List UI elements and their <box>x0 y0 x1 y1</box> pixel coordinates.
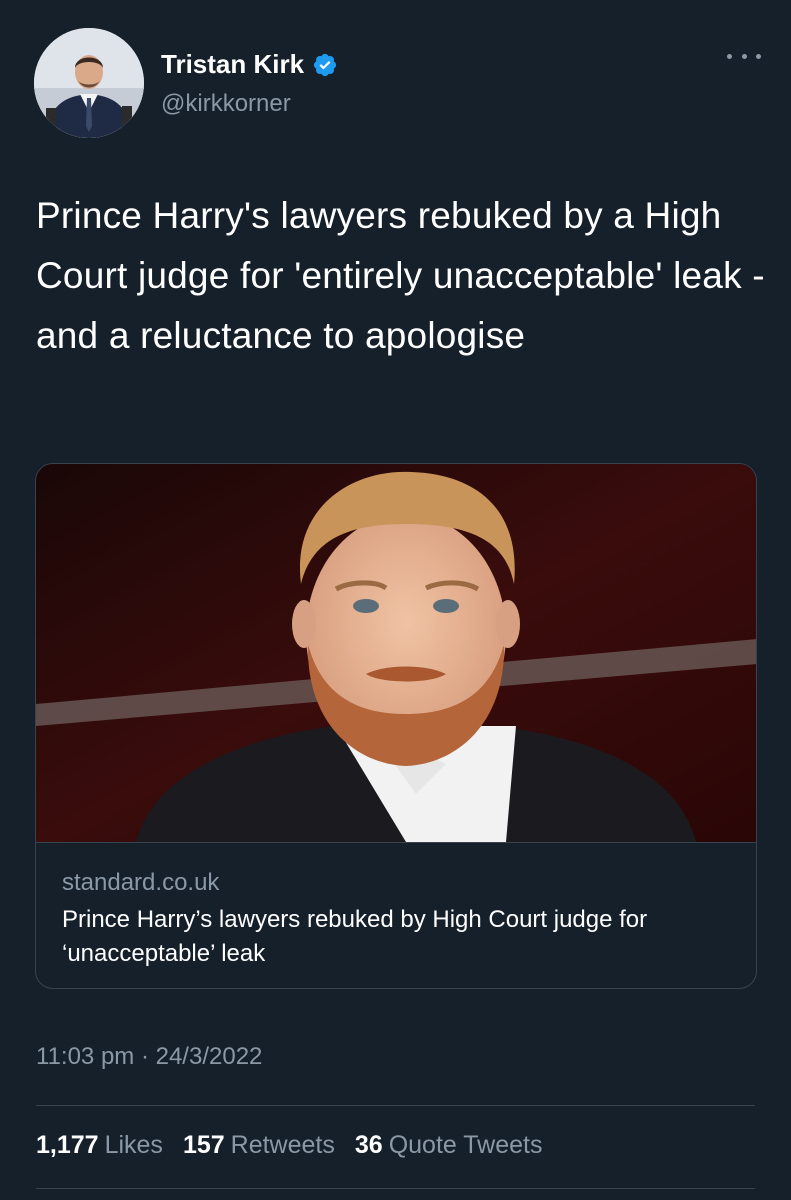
link-card-body[interactable]: standard.co.uk Prince Harry’s lawyers re… <box>36 842 756 988</box>
retweets-count: 157 <box>182 1131 225 1159</box>
verified-badge-icon <box>312 52 338 78</box>
tweet-detail: Tristan Kirk @kirkkorner Prince Harry's … <box>0 0 791 1200</box>
divider-bottom <box>36 1188 755 1189</box>
quote-tweets-stat[interactable]: 36 Quote Tweets <box>355 1131 543 1160</box>
author-avatar[interactable] <box>34 28 144 138</box>
author-name-row: Tristan Kirk <box>161 49 338 80</box>
link-card-image[interactable] <box>36 464 756 842</box>
retweets-stat[interactable]: 157 Retweets <box>183 1131 335 1160</box>
quote-tweets-count: 36 <box>354 1131 383 1159</box>
likes-label: Likes <box>104 1131 163 1159</box>
likes-stat[interactable]: 1,177 Likes <box>36 1131 163 1160</box>
more-options-icon[interactable] <box>727 46 761 66</box>
link-card-title: Prince Harry’s lawyers rebuked by High C… <box>62 906 648 967</box>
quote-tweets-label: Quote Tweets <box>388 1131 543 1159</box>
avatar-photo-icon <box>34 28 144 138</box>
author-handle[interactable]: @kirkkorner <box>161 90 291 118</box>
retweets-label: Retweets <box>230 1131 335 1159</box>
divider <box>36 1105 755 1106</box>
author-display-name[interactable]: Tristan Kirk <box>161 49 304 80</box>
photo-man-portrait-icon <box>36 464 756 842</box>
likes-count: 1,177 <box>36 1131 99 1159</box>
tweet-timestamp[interactable]: 11:03 pm · 24/3/2022 <box>36 1043 262 1071</box>
engagement-stats: 1,177 Likes 157 Retweets 36 Quote Tweets <box>36 1131 542 1160</box>
link-card-domain: standard.co.uk <box>62 869 220 896</box>
link-preview-card[interactable]: standard.co.uk Prince Harry’s lawyers re… <box>35 463 757 989</box>
tweet-text: Prince Harry's lawyers rebuked by a High… <box>36 195 765 356</box>
tweet-header: Tristan Kirk @kirkkorner <box>34 28 761 140</box>
